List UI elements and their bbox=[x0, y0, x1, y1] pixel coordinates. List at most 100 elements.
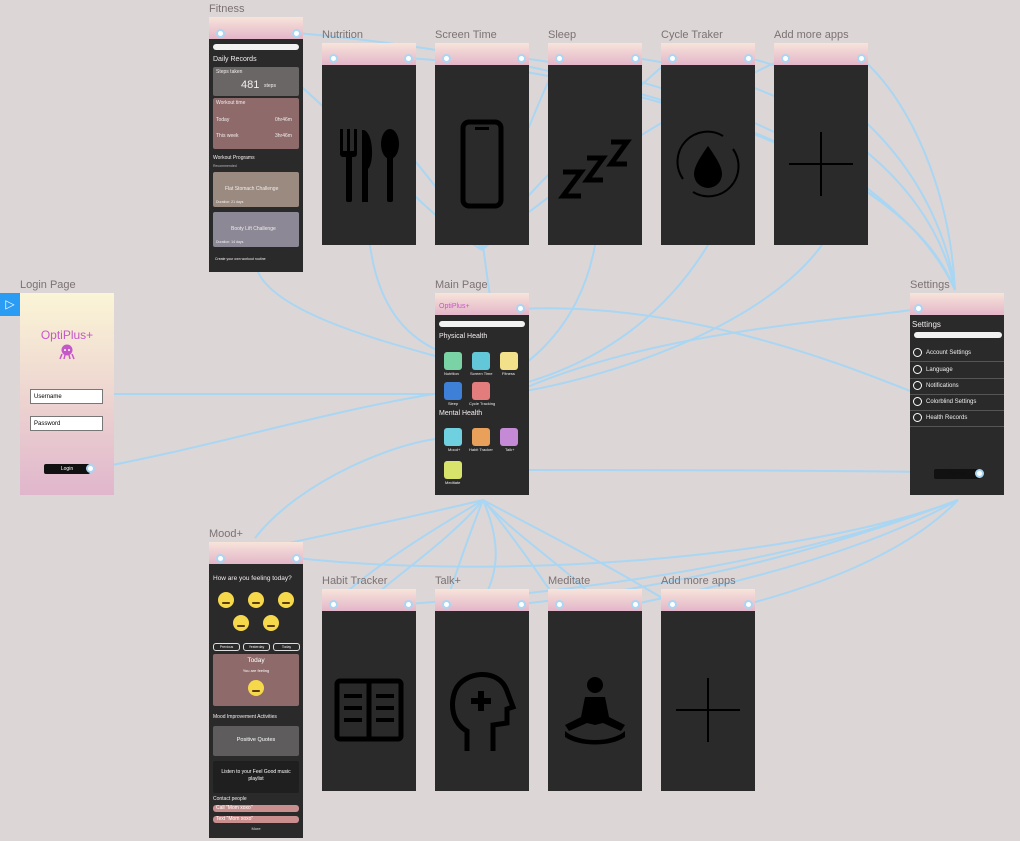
connector-hotspot[interactable] bbox=[517, 54, 526, 63]
head-plus-icon bbox=[435, 629, 529, 791]
frame-label-mood: Mood+ bbox=[209, 528, 243, 540]
playlist-card[interactable]: Listen to your Feel Good music playlist bbox=[213, 761, 299, 793]
settings-item-colorblind[interactable]: Colorblind Settings bbox=[910, 394, 1004, 411]
connector-hotspot[interactable] bbox=[329, 54, 338, 63]
tab-previous[interactable]: Previous bbox=[213, 643, 240, 651]
nutrition-app-icon[interactable] bbox=[444, 352, 462, 370]
connector-hotspot[interactable] bbox=[516, 304, 525, 313]
angry-emoji-icon[interactable] bbox=[263, 615, 279, 631]
connector-hotspot[interactable] bbox=[404, 600, 413, 609]
connector-hotspot[interactable] bbox=[857, 54, 866, 63]
text-mom-button[interactable]: Text "Mom xoxo" bbox=[213, 816, 299, 823]
connector-hotspot[interactable] bbox=[668, 600, 677, 609]
connector-hotspot[interactable] bbox=[216, 29, 225, 38]
fitness-search-input[interactable] bbox=[213, 44, 299, 50]
happy-emoji-icon[interactable] bbox=[218, 592, 234, 608]
username-field[interactable]: Username bbox=[30, 389, 103, 404]
frame-label-meditate: Meditate bbox=[548, 575, 591, 587]
talk-app-label: Talk+ bbox=[505, 447, 515, 452]
globe-icon bbox=[913, 365, 922, 374]
nutrition-app-label: Nutrition bbox=[444, 371, 459, 376]
tab-yesterday[interactable]: Yesterday bbox=[243, 643, 270, 651]
connector-hotspot[interactable] bbox=[781, 54, 790, 63]
cycle-app-icon[interactable] bbox=[472, 382, 490, 400]
connector-hotspot[interactable] bbox=[975, 469, 984, 478]
connector-hotspot[interactable] bbox=[668, 54, 677, 63]
fitness-app-icon[interactable] bbox=[500, 352, 518, 370]
book-icon bbox=[322, 629, 416, 791]
sad-emoji-icon[interactable] bbox=[278, 592, 294, 608]
program-card-2[interactable]: Booty Lift Challenge Duration: 14 days bbox=[213, 212, 299, 247]
connector-hotspot[interactable] bbox=[86, 464, 95, 473]
positive-quotes-label: Positive Quotes bbox=[236, 737, 276, 743]
sleep-zzz-icon bbox=[548, 83, 642, 245]
meditate-app-label: Meditate bbox=[445, 480, 461, 485]
frame-label-add-apps-top: Add more apps bbox=[774, 29, 849, 41]
settings-item-health-records-label: Health Records bbox=[926, 415, 968, 421]
screen-time-app-label: Screen Time bbox=[470, 371, 493, 376]
talk-app-icon[interactable] bbox=[500, 428, 518, 446]
frame-label-login: Login Page bbox=[20, 279, 76, 291]
settings-item-health-records[interactable]: Health Records bbox=[910, 410, 1004, 427]
neutral-emoji-icon[interactable] bbox=[248, 592, 264, 608]
gear-icon bbox=[913, 348, 922, 357]
connector-hotspot[interactable] bbox=[744, 600, 753, 609]
connector-hotspot[interactable] bbox=[517, 600, 526, 609]
habit-app-icon[interactable] bbox=[472, 428, 490, 446]
today-mood-title: Today bbox=[247, 657, 265, 664]
main-screen: OptiPlus+ Physical Health Nutrition Scre… bbox=[435, 293, 529, 495]
connector-hotspot[interactable] bbox=[744, 54, 753, 63]
sleep-app-icon[interactable] bbox=[444, 382, 462, 400]
steps-unit: steps bbox=[264, 83, 276, 89]
connector-hotspot[interactable] bbox=[292, 554, 301, 563]
settings-item-language-label: Language bbox=[926, 367, 953, 373]
mood-app-icon[interactable] bbox=[444, 428, 462, 446]
positive-quotes-card[interactable]: Positive Quotes bbox=[213, 726, 299, 756]
fitness-daily-records-title: Daily Records bbox=[213, 56, 257, 63]
connector-hotspot[interactable] bbox=[555, 600, 564, 609]
steps-card: Steps taken 481 steps bbox=[213, 67, 299, 96]
login-button[interactable]: Login bbox=[44, 464, 90, 474]
connector-hotspot[interactable] bbox=[292, 29, 301, 38]
settings-item-language[interactable]: Language bbox=[910, 362, 1004, 379]
cycle-screen bbox=[661, 43, 755, 245]
settings-search-input[interactable] bbox=[914, 332, 1002, 338]
connector-hotspot[interactable] bbox=[555, 54, 564, 63]
settings-item-notifications[interactable]: Notifications bbox=[910, 378, 1004, 395]
connector-hotspot[interactable] bbox=[442, 600, 451, 609]
plus-cross-icon bbox=[913, 413, 922, 422]
recommended-label: Recommended bbox=[213, 164, 237, 168]
settings-item-account[interactable]: Account Settings bbox=[910, 345, 1004, 362]
call-mom-button[interactable]: Call "Mom xoxo" bbox=[213, 805, 299, 812]
sign-out-button[interactable]: Sign out bbox=[934, 469, 980, 479]
connector-hotspot[interactable] bbox=[216, 554, 225, 563]
crying-emoji-icon[interactable] bbox=[233, 615, 249, 631]
bell-icon bbox=[913, 381, 922, 390]
habit-screen bbox=[322, 589, 416, 791]
frame-label-habit: Habit Tracker bbox=[322, 575, 388, 587]
plus-icon[interactable] bbox=[774, 83, 868, 245]
program-card-1[interactable]: Flat Stomach Challenge Duration: 21 days bbox=[213, 172, 299, 207]
frame-label-add-apps-bottom: Add more apps bbox=[661, 575, 736, 587]
connector-hotspot[interactable] bbox=[914, 304, 923, 313]
tab-today[interactable]: Today bbox=[273, 643, 300, 651]
password-field[interactable]: Password bbox=[30, 416, 103, 431]
screen-time-app-icon[interactable] bbox=[472, 352, 490, 370]
connector-hotspot[interactable] bbox=[329, 600, 338, 609]
sidebar-toggle-button[interactable]: ▷ bbox=[0, 293, 20, 316]
meditate-app-icon[interactable] bbox=[444, 461, 462, 479]
connector-hotspot[interactable] bbox=[442, 54, 451, 63]
settings-screen: Settings Account Settings Language Notif… bbox=[910, 293, 1004, 495]
more-link[interactable]: More bbox=[209, 826, 303, 831]
main-search-input[interactable] bbox=[439, 321, 525, 327]
sleep-app-label: Sleep bbox=[448, 401, 459, 406]
nutrition-screen bbox=[322, 43, 416, 245]
plus-icon[interactable] bbox=[661, 629, 755, 791]
connector-hotspot[interactable] bbox=[631, 600, 640, 609]
mood-question: How are you feeling today? bbox=[213, 575, 292, 582]
create-routine-link[interactable]: Create your own workout routine bbox=[215, 257, 266, 261]
connector-hotspot[interactable] bbox=[631, 54, 640, 63]
today-crying-emoji-icon bbox=[248, 680, 264, 696]
eye-icon bbox=[913, 397, 922, 406]
connector-hotspot[interactable] bbox=[404, 54, 413, 63]
